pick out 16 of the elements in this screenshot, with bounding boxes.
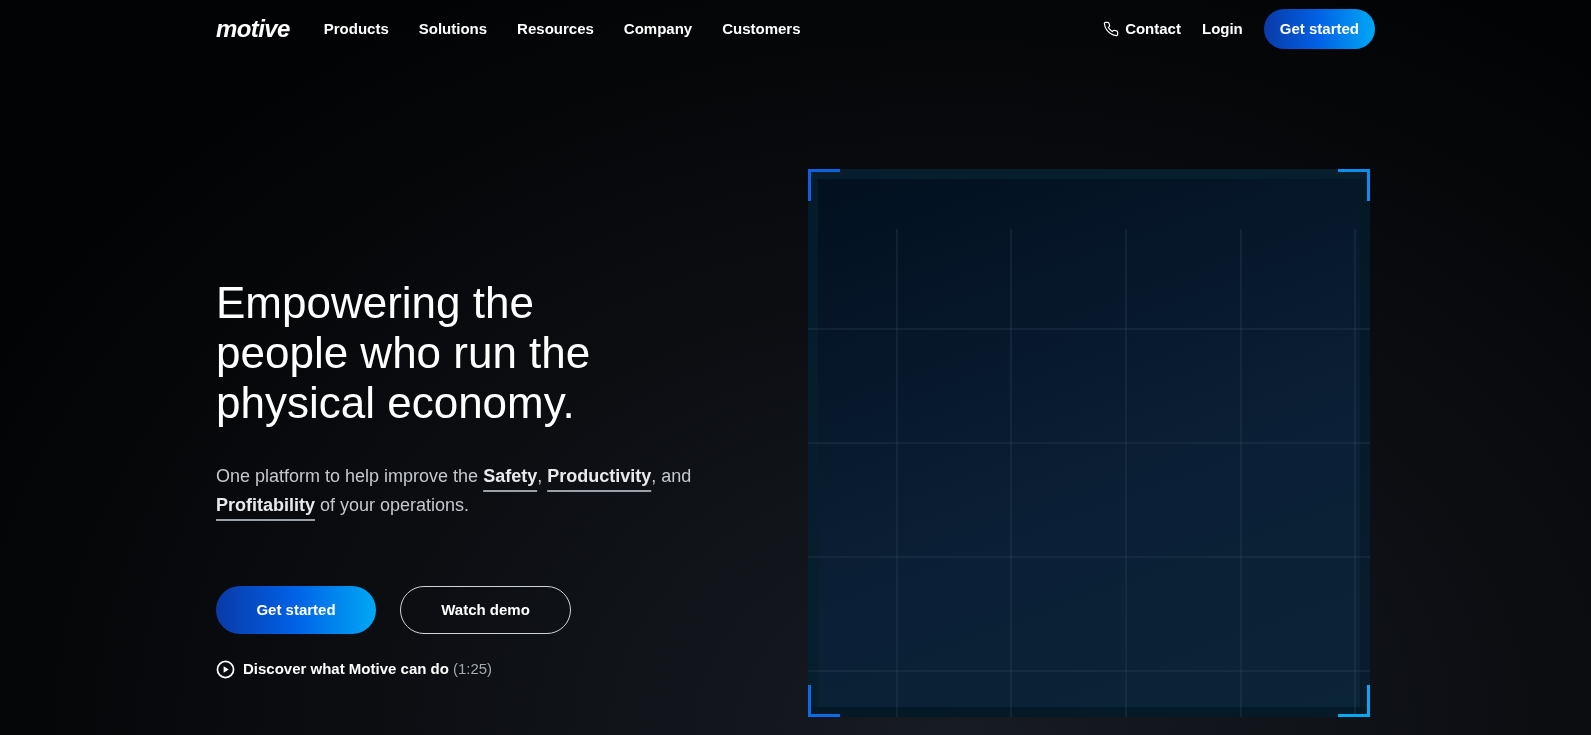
logo[interactable]: motive: [216, 11, 290, 47]
nav-link[interactable]: Products: [323, 17, 389, 41]
get-started-button[interactable]: Get started: [1263, 9, 1375, 49]
contact-link[interactable]: Contact: [1103, 17, 1181, 41]
nav-link[interactable]: Resources: [517, 17, 594, 41]
video-duration: (1:25): [452, 659, 493, 679]
play-icon: [216, 659, 235, 679]
get-started-button[interactable]: Get started: [216, 586, 376, 634]
phone-icon: [1103, 21, 1120, 37]
hero-subtitle: One platform to help improve the Safety, Productivity, and Profitability of your operations.: [216, 465, 693, 517]
video-link[interactable]: Discover what Motive can do (1:25): [216, 658, 736, 681]
nav-link[interactable]: Solutions: [418, 17, 488, 41]
nav-link[interactable]: Company: [623, 17, 693, 41]
nav-link[interactable]: Customers: [722, 17, 801, 41]
login-link[interactable]: Login: [1201, 17, 1243, 41]
hero-headline: Empowering the people who run the physical economy.: [216, 278, 592, 428]
